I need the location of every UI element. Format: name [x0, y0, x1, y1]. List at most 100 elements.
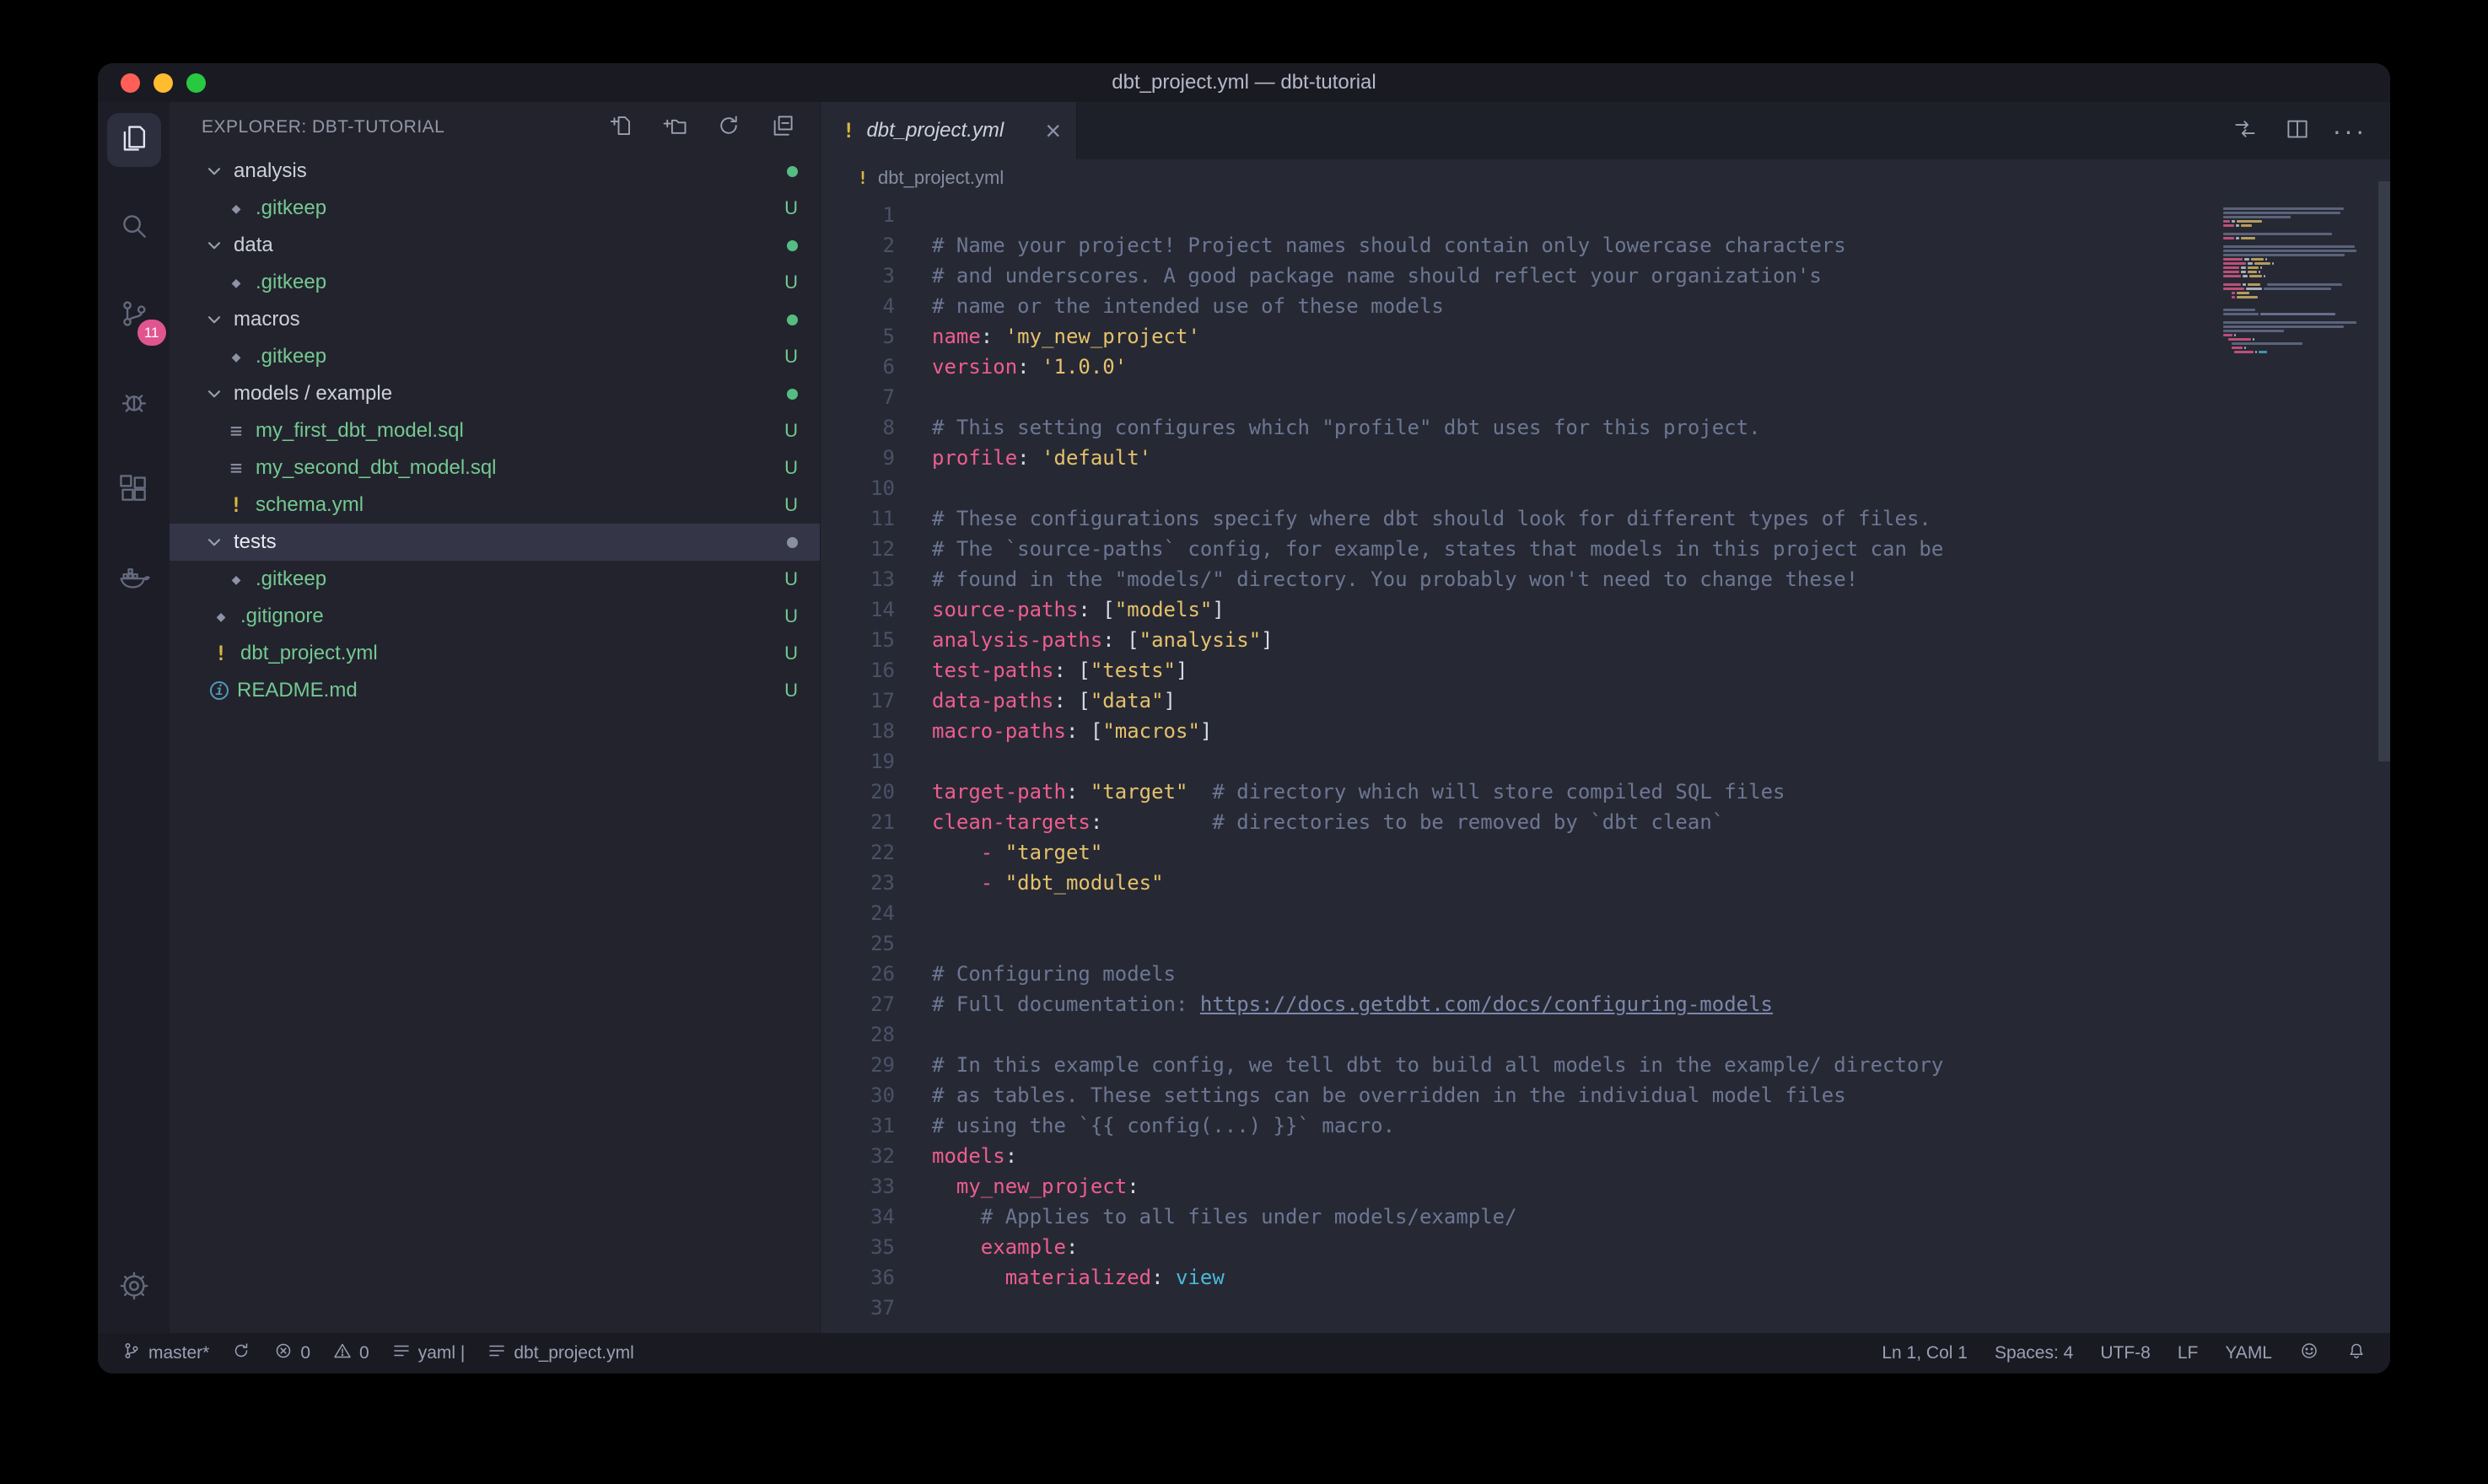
breadcrumb[interactable]: ! dbt_project.yml [821, 159, 2390, 196]
tree-item-gitkeep[interactable]: ◆.gitkeepU [170, 561, 820, 598]
code-line-content[interactable]: - "dbt_modules" [932, 868, 1164, 898]
status-problems-errors[interactable]: 0 [273, 1341, 310, 1366]
code-line: 17data-paths: ["data"] [821, 686, 2390, 716]
code-line: 1 [821, 200, 2390, 230]
split-editor-button[interactable] [2275, 109, 2319, 153]
status-encoding[interactable]: UTF-8 [2100, 1343, 2151, 1363]
code-line-content[interactable]: clean-targets: # directories to be remov… [932, 807, 1724, 837]
tree-item-models-example[interactable]: models / example [170, 375, 820, 412]
tree-item-my-first-dbt-model-sql[interactable]: ≡my_first_dbt_model.sqlU [170, 412, 820, 449]
new-folder-icon [662, 113, 687, 142]
tree-item-my-second-dbt-model-sql[interactable]: ≡my_second_dbt_model.sqlU [170, 449, 820, 487]
tree-item-gitignore[interactable]: ◆.gitignoreU [170, 598, 820, 635]
code-line: 6version: '1.0.0' [821, 352, 2390, 382]
status-indentation[interactable]: Spaces: 4 [1995, 1343, 2073, 1363]
refresh-icon [716, 113, 741, 142]
code-line-content[interactable]: target-path: "target" # directory which … [932, 777, 1785, 807]
activity-docker-button[interactable] [107, 551, 161, 605]
zoom-window-button[interactable] [186, 73, 206, 93]
code-line-content[interactable]: # In this example config, we tell dbt to… [932, 1050, 1943, 1080]
activity-run-and-debug-button[interactable] [107, 376, 161, 430]
code-line-content[interactable]: models: [932, 1141, 1017, 1171]
tree-item-readme-md[interactable]: iREADME.mdU [170, 672, 820, 709]
more-actions-button[interactable]: ··· [2328, 109, 2372, 153]
minimap[interactable] [2223, 203, 2368, 359]
activity-source-control-button[interactable]: 11 [107, 288, 161, 342]
run-and-debug-icon [118, 385, 150, 422]
code-line-content[interactable]: # using the `{{ config(...) }}` macro. [932, 1110, 1395, 1141]
new-folder-button[interactable] [656, 109, 693, 146]
tab-dbt-project-yml[interactable]: ! dbt_project.yml × [821, 102, 1077, 159]
activity-explorer-button[interactable] [107, 113, 161, 167]
status-notifications[interactable] [2346, 1341, 2367, 1366]
status-label: Spaces: 4 [1995, 1343, 2073, 1363]
code-line-content[interactable]: my_new_project: [932, 1171, 1139, 1202]
code-line: 33 my_new_project: [821, 1171, 2390, 1202]
code-line-content[interactable]: # Name your project! Project names shoul… [932, 230, 1846, 261]
code-line-content[interactable]: analysis-paths: ["analysis"] [932, 625, 1274, 655]
git-status-indicator [787, 166, 798, 177]
code-line-content[interactable]: - "target" [932, 837, 1102, 868]
code-line-content[interactable]: data-paths: ["data"] [932, 686, 1176, 716]
code-line-content[interactable]: # as tables. These settings can be overr… [932, 1080, 1846, 1110]
close-window-button[interactable] [121, 73, 140, 93]
status-language-mode[interactable]: YAML [2225, 1343, 2272, 1363]
code-link[interactable]: https://docs.getdbt.com/docs/configuring… [1200, 992, 1773, 1016]
status-problems-warnings[interactable]: 0 [332, 1341, 369, 1366]
code-line: 21clean-targets: # directories to be rem… [821, 807, 2390, 837]
line-number: 33 [821, 1171, 895, 1202]
tree-item-gitkeep[interactable]: ◆.gitkeepU [170, 264, 820, 301]
tree-item-data[interactable]: data [170, 227, 820, 264]
activity-extensions-button[interactable] [107, 464, 161, 518]
activity-settings-button[interactable] [107, 1261, 161, 1315]
tree-item-label: models / example [234, 382, 392, 406]
collapse-all-button[interactable] [764, 109, 801, 146]
code-line-content[interactable]: # These configurations specify where dbt… [932, 503, 1931, 534]
code-line-content[interactable]: # Full documentation: https://docs.getdb… [932, 989, 1773, 1019]
status-active-file-status[interactable]: dbt_project.yml [487, 1341, 633, 1366]
code-line-content[interactable]: name: 'my_new_project' [932, 321, 1200, 352]
close-tab-icon[interactable]: × [1045, 117, 1061, 144]
code-line-content[interactable]: # Configuring models [932, 959, 1176, 989]
minimize-window-button[interactable] [153, 73, 173, 93]
tree-item-gitkeep[interactable]: ◆.gitkeepU [170, 190, 820, 227]
code-line-content[interactable]: example: [932, 1232, 1078, 1262]
tree-item-schema-yml[interactable]: !schema.ymlU [170, 487, 820, 524]
line-number: 23 [821, 868, 895, 898]
status-cursor-position[interactable]: Ln 1, Col 1 [1882, 1343, 1968, 1363]
status-feedback[interactable] [2299, 1341, 2319, 1366]
code-line: 28 [821, 1019, 2390, 1050]
status-sync-button[interactable] [231, 1341, 251, 1366]
code-line-content[interactable]: # The `source-paths` config, for example… [932, 534, 1943, 564]
tree-item-gitkeep[interactable]: ◆.gitkeepU [170, 338, 820, 375]
open-changes-button[interactable] [2223, 109, 2267, 153]
tree-item-tests[interactable]: tests [170, 524, 820, 561]
status-branch-indicator[interactable]: master* [121, 1341, 209, 1366]
code-line-content[interactable]: # This setting configures which "profile… [932, 412, 1761, 443]
status-end-of-line[interactable]: LF [2178, 1343, 2199, 1363]
code-line-content[interactable]: profile: 'default' [932, 443, 1151, 473]
chevron-down-icon [203, 309, 225, 331]
code-line-content[interactable]: # Applies to all files under models/exam… [932, 1202, 1517, 1232]
tree-item-label: data [234, 234, 273, 257]
status-yaml-language-status[interactable]: yaml | [391, 1341, 466, 1366]
code-line-content[interactable]: macro-paths: ["macros"] [932, 716, 1212, 746]
code-line-content[interactable]: materialized: view [932, 1262, 1225, 1293]
editor-group: ! dbt_project.yml × ··· ! dbt_project.ym… [820, 102, 2390, 1333]
tree-item-dbt-project-yml[interactable]: !dbt_project.ymlU [170, 635, 820, 672]
code-line-content[interactable]: # found in the "models/" directory. You … [932, 564, 1858, 594]
code-line-content[interactable]: test-paths: ["tests"] [932, 655, 1187, 686]
code-line-content[interactable]: # and underscores. A good package name s… [932, 261, 1822, 291]
scrollbar-thumb[interactable] [2378, 181, 2390, 761]
line-number: 25 [821, 928, 895, 959]
refresh-button[interactable] [710, 109, 747, 146]
code-line-content[interactable]: version: '1.0.0' [932, 352, 1127, 382]
tree-item-macros[interactable]: macros [170, 301, 820, 338]
activity-search-button[interactable] [107, 201, 161, 255]
tree-item-analysis[interactable]: analysis [170, 153, 820, 190]
code-line-content[interactable]: source-paths: ["models"] [932, 594, 1225, 625]
line-number: 22 [821, 837, 895, 868]
code-line-content[interactable]: # name or the intended use of these mode… [932, 291, 1444, 321]
code-editor[interactable]: 12# Name your project! Project names sho… [821, 196, 2390, 1333]
new-file-button[interactable] [602, 109, 639, 146]
